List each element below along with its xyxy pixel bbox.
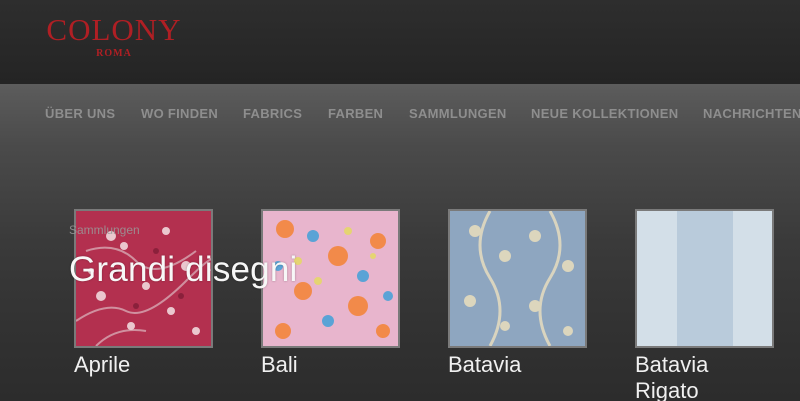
fabric-card-bali[interactable]: Bali [261,209,401,378]
page-title: Grandi disegni [69,250,298,289]
fabric-card-batavia[interactable]: Batavia [448,209,588,378]
fabric-card-batavia-rigato[interactable]: Batavia Rigato [635,209,775,401]
fabric-grid: Aprile Bali Batavia Batavia Rigato [0,84,800,401]
brand-name: COLONY [46,12,182,47]
fabric-name[interactable]: Batavia Rigato [635,352,775,401]
fabric-name[interactable]: Bali [261,352,401,378]
fabric-name[interactable]: Aprile [74,352,214,378]
brand-city: ROMA [96,48,132,59]
fabric-swatch-batavia-rigato[interactable] [635,209,774,348]
fabric-swatch-batavia[interactable] [448,209,587,348]
fabric-name[interactable]: Batavia [448,352,588,378]
main-content: ÜBER UNS WO FINDEN FABRICS FARBEN SAMMLU… [0,84,800,401]
site-header: COLONY ROMA [0,0,800,84]
brand-logo[interactable]: COLONY ROMA [34,12,194,60]
breadcrumb[interactable]: Sammlungen [69,223,140,237]
